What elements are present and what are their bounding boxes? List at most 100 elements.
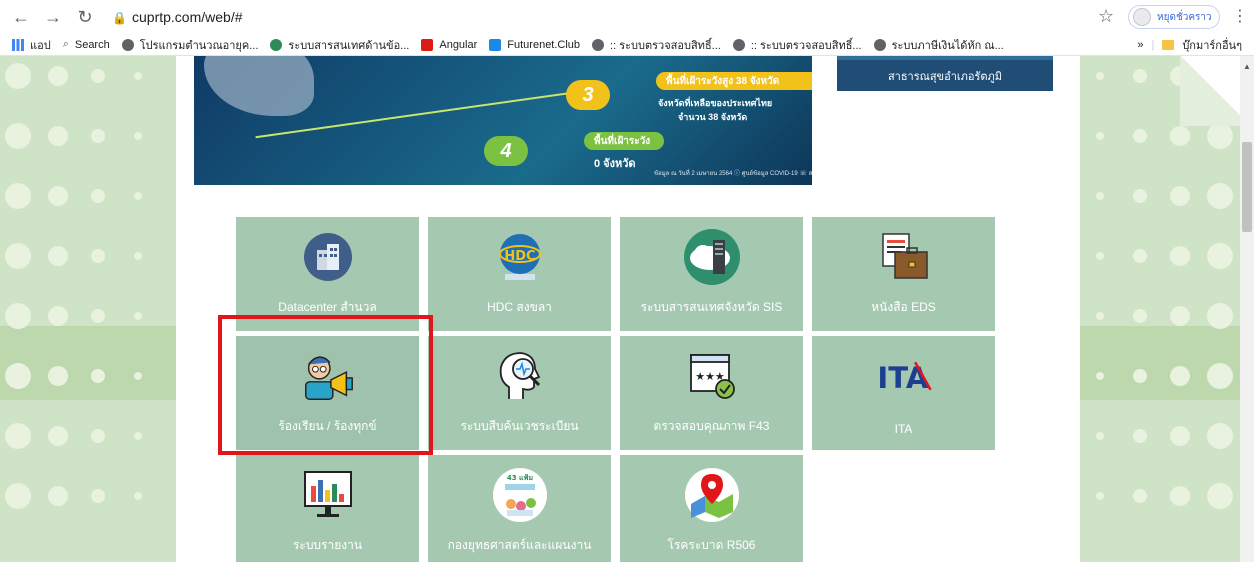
background-dot <box>1170 126 1190 146</box>
background-dot <box>1170 306 1190 326</box>
background-dot <box>91 309 105 323</box>
background-dot <box>1133 129 1147 143</box>
tile-label: ระบบสารสนเทศจังหวัด SIS <box>640 300 783 314</box>
background-dot <box>48 366 68 386</box>
background-dot <box>48 426 68 446</box>
watch-zone-pill: พื้นที่เฝ้าระวัง <box>584 132 664 150</box>
background-band <box>0 326 176 400</box>
tile-r506[interactable]: โรคระบาด R506 <box>620 455 803 562</box>
tile-strategy-plan[interactable]: 43 แฟ้ม กองยุทธศาสตร์และแผนงาน <box>428 455 611 562</box>
bookmark-label: Search <box>74 38 110 51</box>
background-dot <box>48 246 68 266</box>
url-text: cuprtp.com/web/# <box>132 9 243 25</box>
bookmark-star-icon[interactable]: ☆ <box>1098 6 1114 27</box>
bookmark-apps[interactable]: แอป <box>12 36 51 54</box>
lock-icon: 🔒 <box>112 11 127 25</box>
banner-text: 0 จังหวัด <box>594 158 636 170</box>
bookmark-label: Futurenet.Club <box>507 38 581 51</box>
scrollbar-track[interactable] <box>1240 56 1254 562</box>
bookmark-label: :: ระบบตรวจสอบสิทธิ์... <box>750 39 862 52</box>
angular-icon <box>421 38 434 51</box>
bookmark-angular[interactable]: Angular <box>421 38 478 51</box>
futurenet-icon <box>489 38 502 51</box>
divider: | <box>1151 38 1155 51</box>
address-bar[interactable]: 🔒 cuprtp.com/web/# <box>112 4 1112 30</box>
background-dot <box>5 243 31 269</box>
banner-footer: ข้อมูล ณ วันที่ 2 เมษายน 2564 ⓘ ศูนย์ข้อ… <box>654 171 812 177</box>
background-dot <box>134 432 142 440</box>
page-content: พื้นที่เฝ้าระวังสูง 38 จังหวัด 3 จังหวัด… <box>0 56 1254 562</box>
bookmark-item[interactable]: ระบบสารสนเทศด้านข้อ... <box>270 36 409 54</box>
profile-label: หยุดชั่วคราว <box>1157 11 1212 23</box>
background-dot <box>1207 483 1233 509</box>
bookmark-search[interactable]: ⌕ Search <box>63 38 110 51</box>
other-bookmarks-button[interactable]: บุ๊กมาร์กอื่นๆ <box>1182 36 1242 54</box>
tile-label: ITA <box>894 422 913 436</box>
tile-eds[interactable]: หนังสือ EDS <box>812 217 995 331</box>
background-dot <box>91 369 105 383</box>
tile-sis[interactable]: ระบบสารสนเทศจังหวัด SIS <box>620 217 803 331</box>
ita-logo-icon: ITA <box>874 346 934 406</box>
background-dot <box>1207 123 1233 149</box>
document-briefcase-icon <box>874 227 934 287</box>
background-dot <box>1133 429 1147 443</box>
bookmark-item[interactable]: :: ระบบตรวจสอบสิทธิ์... <box>732 36 862 54</box>
background-dot <box>1096 72 1104 80</box>
background-dot <box>1170 486 1190 506</box>
bookmark-futurenet[interactable]: Futurenet.Club <box>489 38 581 51</box>
rating-check-icon: ★★★ <box>682 346 742 406</box>
back-arrow-icon[interactable]: ← <box>10 6 32 28</box>
avatar <box>1133 8 1151 26</box>
background-dot <box>1133 249 1147 263</box>
tile-report-system[interactable]: ระบบรายงาน <box>236 455 419 562</box>
bookmark-label: โปรแกรมตำนวณอายุค... <box>139 39 259 52</box>
background-dot <box>1096 132 1104 140</box>
profile-button[interactable]: หยุดชั่วคราว <box>1128 5 1220 29</box>
svg-text:ITA: ITA <box>877 361 928 395</box>
background-dot <box>5 123 31 149</box>
district-health-office-link[interactable]: สาธารณสุขอำเภอรัตภูมิ <box>837 56 1053 91</box>
tile-hdc[interactable]: HDC HDC สงขลา <box>428 217 611 331</box>
scrollbar-thumb[interactable] <box>1242 142 1252 232</box>
tile-datacenter[interactable]: Datacenter สำนวล <box>236 217 419 331</box>
menu-kebab-icon[interactable]: ⋮ <box>1232 6 1248 26</box>
background-dot <box>134 252 142 260</box>
monitor-chart-icon <box>298 465 358 525</box>
head-search-icon <box>490 346 550 406</box>
background-dot <box>5 363 31 389</box>
background-dot <box>1096 372 1104 380</box>
bookmark-label: :: ระบบตรวจสอบสิทธิ์... <box>610 39 721 52</box>
tile-label: หนังสือ EDS <box>871 300 936 314</box>
scroll-up-arrow-icon[interactable]: ▲ <box>1243 62 1251 71</box>
forward-arrow-icon[interactable]: → <box>42 6 64 28</box>
thailand-map-graphic <box>204 56 314 116</box>
building-icon <box>298 227 358 287</box>
background-dot <box>134 372 142 380</box>
background-dot <box>1207 363 1233 389</box>
bookmark-label: Angular <box>439 38 478 51</box>
background-dot <box>91 129 105 143</box>
background-dot <box>91 69 105 83</box>
reload-icon[interactable]: ↻ <box>74 6 96 28</box>
background-dot <box>1096 192 1104 200</box>
background-dot <box>5 483 31 509</box>
background-dot <box>1133 69 1147 83</box>
background-dot <box>1096 252 1104 260</box>
background-dot <box>5 63 31 89</box>
tile-ita[interactable]: ITA ITA <box>812 336 995 450</box>
more-bookmarks-button[interactable]: » <box>1137 39 1143 51</box>
background-dot <box>1170 246 1190 266</box>
map-pin-icon <box>682 465 742 525</box>
tile-medical-records[interactable]: ระบบสืบค้นเวชระเบียน <box>428 336 611 450</box>
bookmark-item[interactable]: ระบบภาษีเงินได้หัก ณ... <box>873 36 1004 54</box>
covid-banner[interactable]: พื้นที่เฝ้าระวังสูง 38 จังหวัด 3 จังหวัด… <box>194 56 812 185</box>
bookmark-item[interactable]: โปรแกรมตำนวณอายุค... <box>121 36 259 54</box>
globe-icon <box>121 38 134 51</box>
globe-icon <box>270 38 283 51</box>
zone-3-badge: 3 <box>566 80 610 110</box>
svg-text:43 แฟ้ม: 43 แฟ้ม <box>506 473 533 482</box>
background-dot <box>1133 489 1147 503</box>
bookmark-item[interactable]: :: ระบบตรวจสอบสิทธิ์... <box>592 36 721 54</box>
tile-f43-quality[interactable]: ★★★ ตรวจสอบคุณภาพ F43 <box>620 336 803 450</box>
background-dot <box>134 492 142 500</box>
